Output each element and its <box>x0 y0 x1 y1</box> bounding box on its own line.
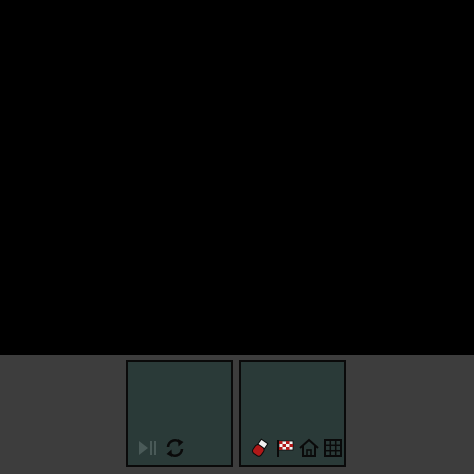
bottom-toolbar <box>0 355 474 474</box>
play-pause-button[interactable] <box>136 437 158 459</box>
play-pause-icon <box>139 441 156 455</box>
home-button[interactable] <box>298 437 320 459</box>
tools-panel <box>239 360 346 467</box>
grid-button[interactable] <box>322 437 344 459</box>
finish-flag-button[interactable] <box>274 437 296 459</box>
grid-icon <box>324 439 342 457</box>
checkered-flag-icon <box>277 440 294 457</box>
refresh-icon <box>166 439 184 457</box>
game-viewport[interactable] <box>0 0 474 355</box>
potion-button[interactable] <box>249 437 271 459</box>
potion-icon <box>251 438 269 457</box>
control-panel <box>126 360 233 467</box>
refresh-button[interactable] <box>164 437 186 459</box>
home-icon <box>299 438 319 457</box>
